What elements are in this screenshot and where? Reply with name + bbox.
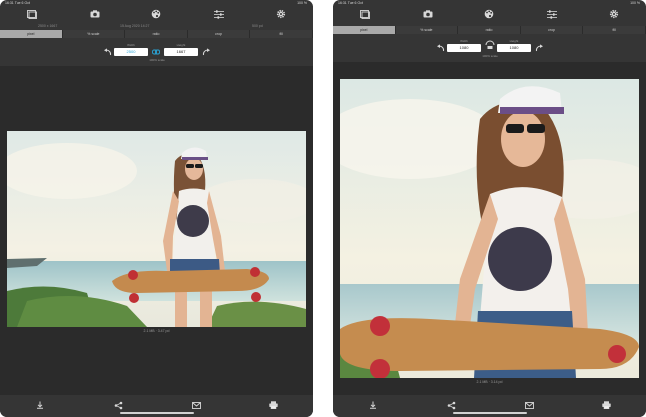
tab-pixel[interactable]: pixel: [333, 26, 396, 34]
width-label: Width: [127, 43, 135, 47]
tab-pixel[interactable]: pixel: [0, 30, 63, 38]
image-info-bar: 2500 x 1667 15 Aug 2020 14:27 500 pd: [0, 22, 313, 30]
tab-ratio[interactable]: ratio: [458, 26, 521, 34]
print-icon[interactable]: [601, 400, 611, 410]
tab-crop[interactable]: crop: [521, 26, 584, 34]
tab-fill[interactable]: fill: [250, 30, 313, 38]
photos-icon[interactable]: [26, 9, 37, 19]
photo-preview[interactable]: [340, 79, 639, 378]
download-icon[interactable]: [368, 400, 378, 410]
rotate-right-icon[interactable]: [535, 44, 544, 52]
resize-mode-tabs: pixel % scale ratio crop fill: [333, 26, 646, 34]
share-icon[interactable]: [113, 400, 123, 410]
download-icon[interactable]: [35, 400, 45, 410]
width-field[interactable]: 1080: [447, 44, 481, 52]
resize-controls: Width 1080 Height 1080 100% scale: [333, 36, 646, 58]
rotate-right-icon[interactable]: [202, 48, 211, 56]
top-toolbar: [0, 6, 313, 22]
top-toolbar: [333, 6, 646, 22]
height-field[interactable]: 1080: [497, 44, 531, 52]
bottom-toolbar: [333, 395, 646, 417]
rotate-left-icon[interactable]: [103, 48, 112, 56]
resize-mode-tabs: pixel % scale ratio crop fill: [0, 30, 313, 38]
tab-percent-scale[interactable]: % scale: [63, 30, 126, 38]
tab-crop[interactable]: crop: [188, 30, 251, 38]
tab-fill[interactable]: fill: [583, 26, 646, 34]
home-indicator: [452, 412, 527, 414]
sliders-icon[interactable]: [546, 9, 557, 19]
image-date: 15 Aug 2020 14:27: [120, 24, 150, 28]
height-label: Height: [509, 39, 519, 43]
image-size: 500 pd: [252, 24, 263, 28]
print-icon[interactable]: [268, 400, 278, 410]
mail-icon[interactable]: [524, 400, 534, 410]
image-dimensions: 2500 x 1667: [38, 24, 58, 28]
height-field[interactable]: 1667: [164, 48, 198, 56]
scale-note: 100% scale: [149, 58, 165, 62]
ipad-screen-right: 16:31 Tue 6 Oct 100 % pixel % scale rati…: [333, 0, 646, 417]
mail-icon[interactable]: [191, 400, 201, 410]
palette-icon[interactable]: [483, 9, 494, 19]
gear-icon[interactable]: [275, 9, 286, 19]
camera-icon[interactable]: [89, 9, 100, 19]
width-field[interactable]: 2500: [114, 48, 148, 56]
photos-icon[interactable]: [359, 9, 370, 19]
height-label: Height: [176, 43, 186, 47]
width-label: Width: [460, 39, 468, 43]
tab-percent-scale[interactable]: % scale: [396, 26, 459, 34]
sliders-icon[interactable]: [213, 9, 224, 19]
photo-preview[interactable]: [7, 131, 306, 327]
gear-icon[interactable]: [608, 9, 619, 19]
image-caption: 2.1 MB · 3.47 pd: [143, 329, 170, 333]
palette-icon[interactable]: [150, 9, 161, 19]
home-indicator: [119, 412, 194, 414]
link-icon[interactable]: [485, 40, 495, 50]
image-canvas: 2.1 MB · 3.14 pd: [333, 62, 646, 395]
bottom-toolbar: [0, 395, 313, 417]
tab-ratio[interactable]: ratio: [125, 30, 188, 38]
image-caption: 2.1 MB · 3.14 pd: [476, 380, 503, 384]
rotate-left-icon[interactable]: [436, 44, 445, 52]
share-icon[interactable]: [446, 400, 456, 410]
ipad-screen-left: 16:31 Tue 6 Oct 100 % 2500 x 1667 15 Aug…: [0, 0, 313, 417]
image-canvas: 2.1 MB · 3.47 pd: [0, 66, 313, 395]
link-icon[interactable]: [152, 49, 160, 55]
scale-note: 100% scale: [482, 54, 498, 58]
resize-controls: Width 2500 Height 1667 100% scale: [0, 40, 313, 62]
camera-icon[interactable]: [422, 9, 433, 19]
